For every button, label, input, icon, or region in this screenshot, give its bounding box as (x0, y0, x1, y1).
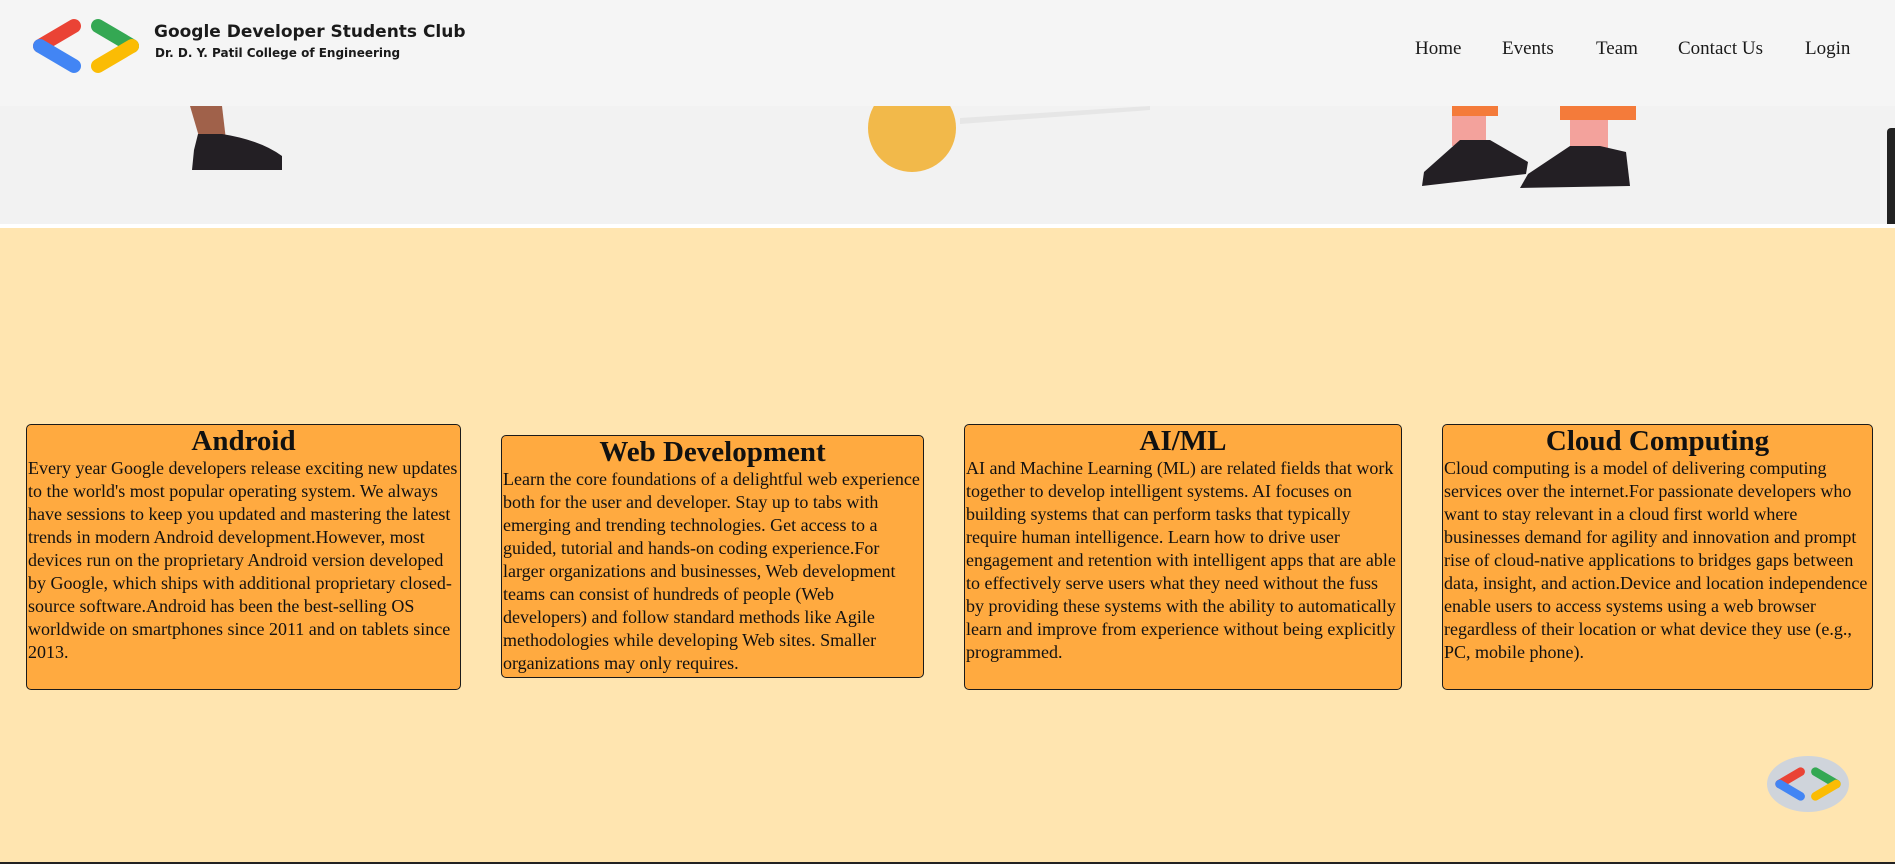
card-body: Every year Google developers release exc… (28, 458, 458, 662)
card-ai-ml: AI/ML AI and Machine Learning (ML) are r… (964, 424, 1402, 690)
card-title: Web Development (599, 436, 826, 468)
side-scroll-tab[interactable] (1887, 128, 1895, 224)
brand-subtitle: Dr. D. Y. Patil College of Engineering (155, 46, 401, 60)
floating-logo-button[interactable] (1767, 756, 1849, 812)
card-body: Learn the core foundations of a delightf… (503, 469, 920, 673)
nav-team-link[interactable]: Team (1596, 38, 1638, 60)
card-title: AI/ML (1139, 425, 1227, 457)
nav-events-link[interactable]: Events (1502, 38, 1554, 60)
card-body: Cloud computing is a model of delivering… (1444, 458, 1868, 662)
nav-home-link[interactable]: Home (1415, 38, 1461, 60)
gdsc-logo-icon[interactable] (26, 18, 146, 74)
nav-login-link[interactable]: Login (1805, 38, 1850, 60)
brand-title[interactable]: Google Developer Students Club (154, 22, 466, 42)
card-web-development: Web Development Learn the core foundatio… (501, 435, 924, 678)
card-cloud-computing: Cloud Computing Cloud computing is a mod… (1442, 424, 1873, 690)
navbar: Google Developer Students Club Dr. D. Y.… (0, 0, 1895, 106)
card-title: Android (191, 425, 296, 457)
card-android: Android Every year Google developers rel… (26, 424, 461, 690)
nav-contact-link[interactable]: Contact Us (1678, 38, 1763, 60)
card-title: Cloud Computing (1545, 425, 1770, 457)
gdsc-logo-icon (1775, 767, 1841, 801)
card-body: AI and Machine Learning (ML) are related… (966, 458, 1396, 662)
hero-divider (0, 224, 1895, 228)
